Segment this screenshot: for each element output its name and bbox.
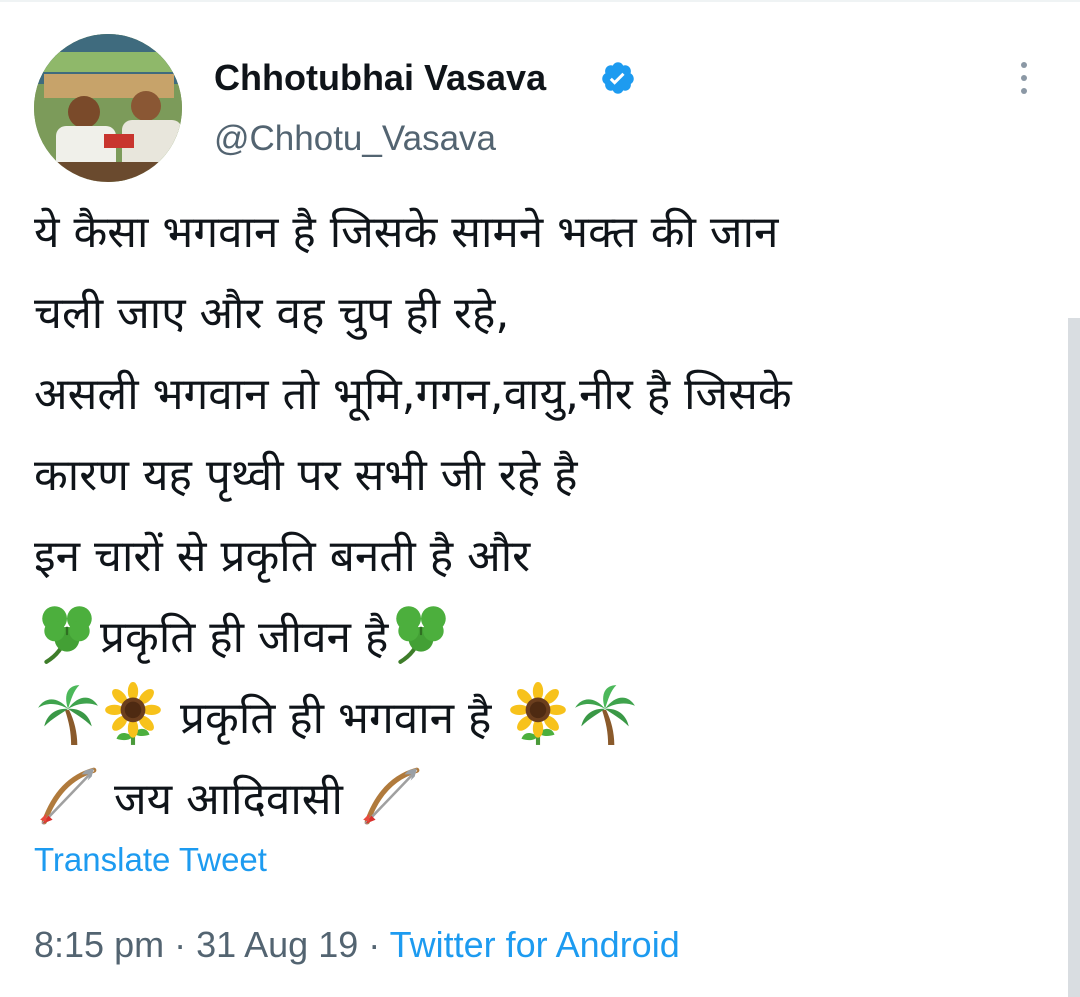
tweet-date[interactable]: 31 Aug 19	[196, 924, 358, 965]
tweet-line: ये कैसा भगवान है जिसके सामने भक्त की जान	[34, 207, 779, 258]
meta-separator: ·	[358, 924, 390, 965]
bow-and-arrow-icon	[34, 762, 100, 828]
more-vertical-icon[interactable]	[1004, 58, 1044, 98]
tweet-line-text: प्रकृति ही जीवन है	[100, 612, 389, 663]
shamrock-icon	[388, 600, 454, 666]
tweet-page: Chhotubhai Vasava @Chhotu_Vasava ये कैसा…	[0, 0, 1080, 997]
top-divider	[0, 0, 1080, 2]
meta-separator: ·	[164, 924, 197, 965]
avatar[interactable]	[34, 34, 182, 182]
more-dot	[1021, 88, 1027, 94]
tweet-line-text: जय आदिवासी	[100, 774, 357, 825]
tweet-line-emoji: जय आदिवासी	[34, 759, 1044, 840]
tweet-line: असली भगवान तो भूमि,गगन,वायु,नीर है जिसके	[34, 369, 792, 420]
scrollbar[interactable]	[1068, 318, 1080, 997]
palm-tree-icon	[571, 681, 637, 747]
display-name[interactable]: Chhotubhai Vasava	[214, 54, 546, 102]
more-dot	[1021, 75, 1027, 81]
shamrock-icon	[34, 600, 100, 666]
tweet-line: चली जाए और वह चुप ही रहे,	[34, 288, 510, 339]
tweet-text: ये कैसा भगवान है जिसके सामने भक्त की जान…	[34, 192, 1044, 840]
tweet-line: कारण यह पृथ्वी पर सभी जी रहे है	[34, 450, 578, 501]
more-dot	[1021, 62, 1027, 68]
tweet-line-emoji: प्रकृति ही भगवान है	[34, 678, 1044, 759]
tweet-line: इन चारों से प्रकृति बनती है और	[34, 531, 531, 582]
tweet-source-link[interactable]: Twitter for Android	[390, 924, 680, 965]
bow-and-arrow-icon	[357, 762, 423, 828]
sunflower-icon	[100, 681, 166, 747]
sunflower-icon	[505, 681, 571, 747]
tweet-time[interactable]: 8:15 pm	[34, 924, 164, 965]
tweet-line-emoji: प्रकृति ही जीवन है	[34, 597, 1044, 678]
user-handle[interactable]: @Chhotu_Vasava	[214, 116, 496, 162]
tweet-line-text: प्रकृति ही भगवान है	[166, 693, 506, 744]
verified-badge-icon	[600, 60, 636, 96]
palm-tree-icon	[34, 681, 100, 747]
translate-tweet-link[interactable]: Translate Tweet	[34, 838, 267, 882]
tweet-metadata: 8:15 pm · 31 Aug 19 · Twitter for Androi…	[34, 922, 680, 968]
